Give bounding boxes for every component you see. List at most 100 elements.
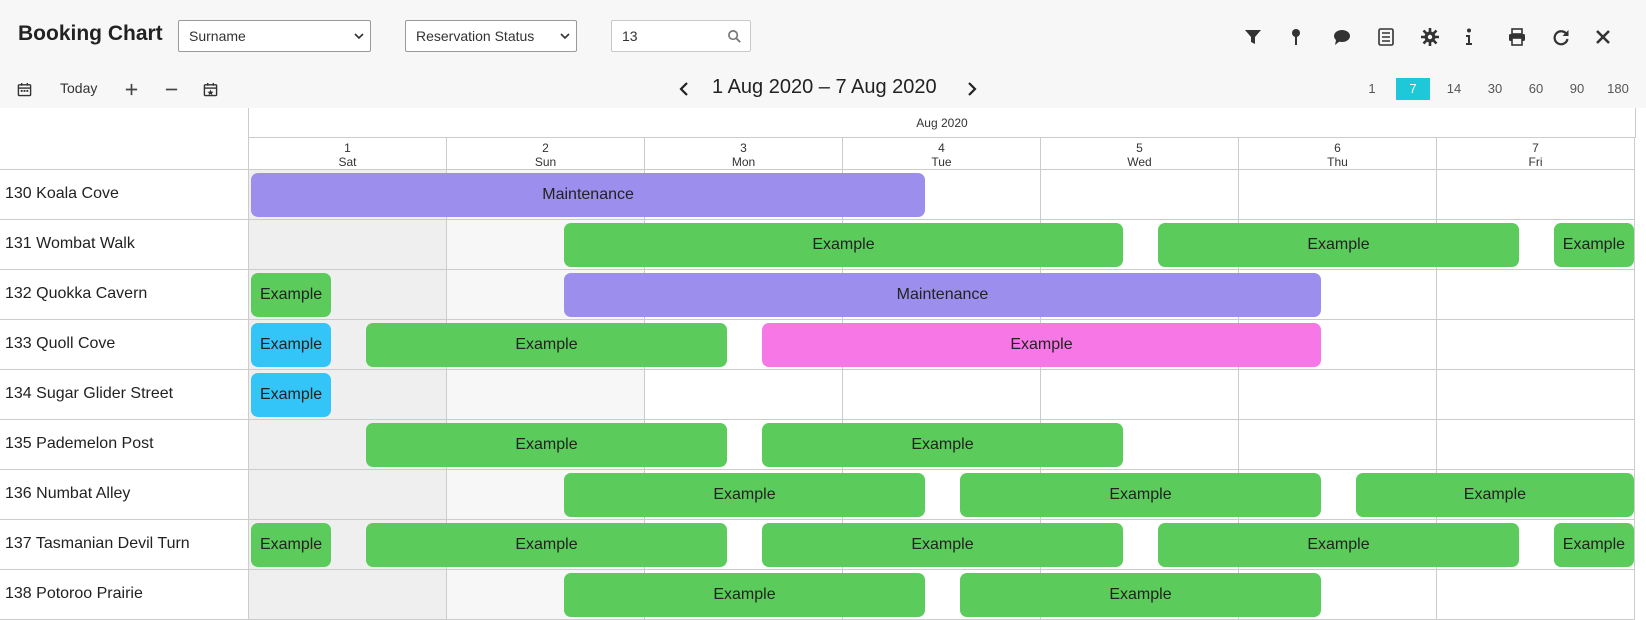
booking-block[interactable]: Example	[365, 323, 728, 367]
grid-cell[interactable]	[1041, 370, 1239, 420]
booking-block[interactable]: Example	[563, 573, 926, 617]
day-number: 6	[1334, 141, 1341, 155]
grid-cell[interactable]	[1437, 370, 1635, 420]
search-input[interactable]: 13	[611, 20, 751, 52]
booking-block[interactable]: Example	[251, 273, 332, 317]
day-header: 1 Sat	[249, 138, 447, 170]
maintenance-block[interactable]: Maintenance	[563, 273, 1322, 317]
booking-block[interactable]: Example	[251, 323, 332, 367]
gear-icon[interactable]	[1419, 26, 1441, 48]
room-label[interactable]: 130 Koala Cove	[0, 170, 249, 220]
day-number: 1	[344, 141, 351, 155]
calendar-star-icon[interactable]	[199, 78, 221, 100]
refresh-icon[interactable]	[1550, 26, 1572, 48]
booking-block[interactable]: Example	[563, 223, 1124, 267]
chevron-down-icon	[560, 33, 570, 40]
day-of-week: Fri	[1528, 155, 1543, 169]
booking-block[interactable]: Example	[761, 523, 1124, 567]
grid-cell[interactable]	[1437, 170, 1635, 220]
booking-block[interactable]: Example	[365, 523, 728, 567]
grid-corner	[0, 108, 249, 170]
day-number: 3	[740, 141, 747, 155]
grid-cell[interactable]	[1041, 170, 1239, 220]
booking-block[interactable]: Example	[251, 373, 332, 417]
zoom-out-minus-icon[interactable]	[160, 78, 182, 100]
day-header: 2 Sun	[447, 138, 645, 170]
grid-cell[interactable]	[1437, 570, 1635, 620]
day-of-week: Sat	[338, 155, 357, 169]
booking-block[interactable]: Example	[1157, 223, 1520, 267]
date-range-label: 1 Aug 2020 – 7 Aug 2020	[712, 76, 937, 98]
day-header: 5 Wed	[1041, 138, 1239, 170]
pin-icon[interactable]	[1285, 26, 1307, 48]
day-header: 7 Fri	[1437, 138, 1635, 170]
reservation-status-select[interactable]: Reservation Status	[405, 20, 577, 52]
booking-block[interactable]: Example	[563, 473, 926, 517]
room-label[interactable]: 134 Sugar Glider Street	[0, 370, 249, 420]
info-icon[interactable]	[1458, 26, 1480, 48]
day-number: 5	[1136, 141, 1143, 155]
booking-block[interactable]: Example	[251, 523, 332, 567]
chevron-right-icon[interactable]	[960, 78, 982, 100]
close-icon[interactable]	[1592, 26, 1614, 48]
calendar-icon[interactable]	[13, 78, 35, 100]
zoom-option-7[interactable]: 7	[1396, 78, 1430, 100]
room-label[interactable]: 135 Pademelon Post	[0, 420, 249, 470]
grid-cell[interactable]	[645, 370, 843, 420]
booking-block[interactable]: Example	[1553, 523, 1634, 567]
room-label[interactable]: 137 Tasmanian Devil Turn	[0, 520, 249, 570]
day-of-week: Tue	[931, 155, 952, 169]
room-label[interactable]: 132 Quokka Cavern	[0, 270, 249, 320]
maintenance-block[interactable]: Maintenance	[251, 173, 926, 217]
booking-block[interactable]: Example	[959, 473, 1322, 517]
day-header: 6 Thu	[1239, 138, 1437, 170]
room-label[interactable]: 131 Wombat Walk	[0, 220, 249, 270]
sort-by-value: Surname	[189, 28, 246, 44]
comment-icon[interactable]	[1331, 26, 1353, 48]
grid-cell[interactable]	[249, 570, 447, 620]
zoom-option-60[interactable]: 60	[1519, 78, 1553, 100]
zoom-in-plus-icon[interactable]	[120, 78, 142, 100]
grid-cell[interactable]	[843, 370, 1041, 420]
grid-cell[interactable]	[1239, 420, 1437, 470]
zoom-option-14[interactable]: 14	[1437, 78, 1471, 100]
today-button[interactable]: Today	[60, 80, 97, 96]
grid-cell[interactable]	[1437, 270, 1635, 320]
filter-icon[interactable]	[1242, 26, 1264, 48]
month-header: Aug 2020	[249, 108, 1636, 138]
booking-block[interactable]: Example	[761, 423, 1124, 467]
day-of-week: Wed	[1127, 155, 1152, 169]
booking-block[interactable]: Example	[365, 423, 728, 467]
booking-block[interactable]: Example	[1355, 473, 1634, 517]
grid-cell[interactable]	[1239, 170, 1437, 220]
booking-block[interactable]: Example	[1553, 223, 1634, 267]
day-header: 4 Tue	[843, 138, 1041, 170]
day-of-week: Thu	[1327, 155, 1348, 169]
grid-cell[interactable]	[1239, 370, 1437, 420]
grid-cell[interactable]	[249, 220, 447, 270]
grid-cell[interactable]	[1437, 420, 1635, 470]
booking-grid: Aug 2020 1 Sat 2 Sun 3 Mon 4 Tue 5 Wed 6 Thu 7 Fri 130…	[0, 108, 1646, 620]
list-icon[interactable]	[1375, 26, 1397, 48]
date-navigation-bar: Today 1 Aug 2020 – 7 Aug 2020 1 7 14 30 60 90…	[0, 72, 1646, 108]
zoom-option-90[interactable]: 90	[1560, 78, 1594, 100]
booking-block[interactable]: Example	[761, 323, 1322, 367]
zoom-option-180[interactable]: 180	[1601, 78, 1635, 100]
sort-by-select[interactable]: Surname	[178, 20, 371, 52]
page-title: Booking Chart	[18, 22, 163, 45]
booking-block[interactable]: Example	[959, 573, 1322, 617]
room-label[interactable]: 136 Numbat Alley	[0, 470, 249, 520]
grid-cell[interactable]	[249, 470, 447, 520]
grid-cell[interactable]	[447, 370, 645, 420]
chevron-left-icon[interactable]	[674, 78, 696, 100]
zoom-option-1[interactable]: 1	[1355, 78, 1389, 100]
grid-cell[interactable]	[1437, 320, 1635, 370]
print-icon[interactable]	[1506, 26, 1528, 48]
zoom-option-30[interactable]: 30	[1478, 78, 1512, 100]
day-header: 3 Mon	[645, 138, 843, 170]
day-number: 7	[1532, 141, 1539, 155]
booking-block[interactable]: Example	[1157, 523, 1520, 567]
search-icon[interactable]	[727, 29, 742, 44]
room-label[interactable]: 133 Quoll Cove	[0, 320, 249, 370]
room-label[interactable]: 138 Potoroo Prairie	[0, 570, 249, 620]
